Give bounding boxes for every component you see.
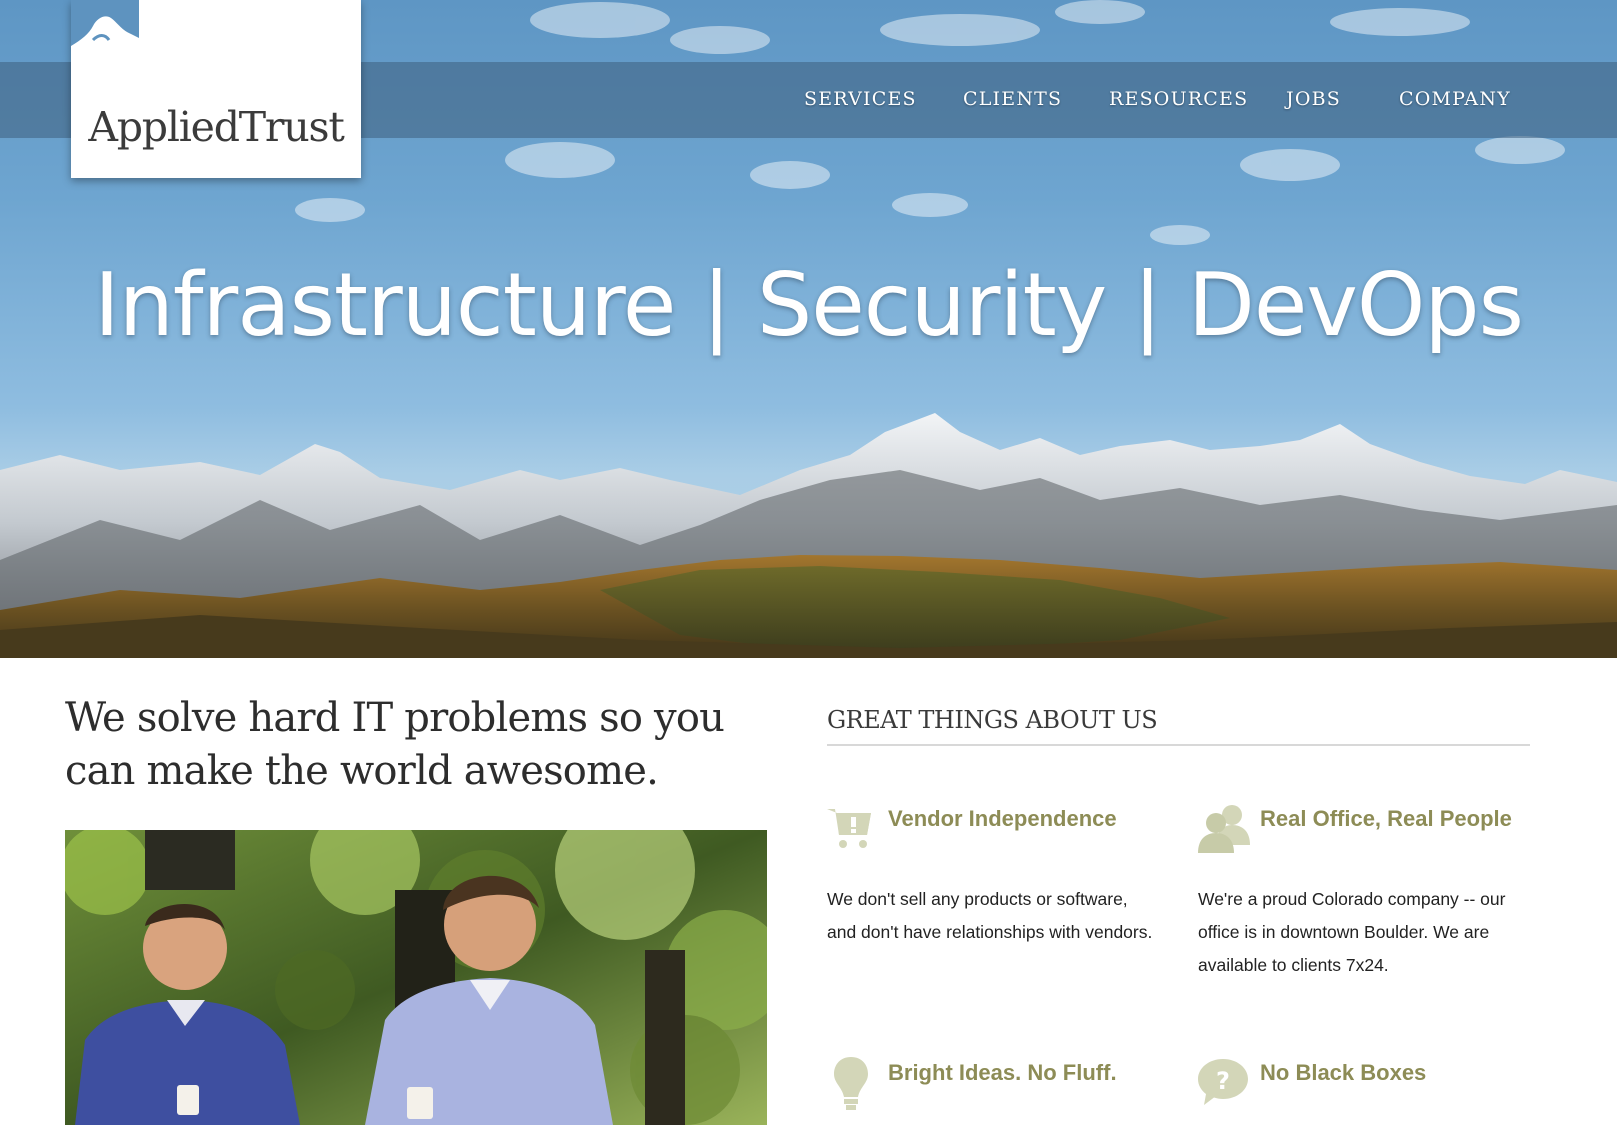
section-title: GREAT THINGS ABOUT US: [827, 706, 1158, 734]
nav-resources[interactable]: RESOURCES: [1109, 88, 1248, 110]
feature-title-real-office: Real Office, Real People: [1260, 806, 1512, 831]
shopping-cart-icon: [827, 809, 871, 848]
intro-video[interactable]: [65, 830, 767, 1125]
feature-title-no-black-boxes: No Black Boxes: [1260, 1060, 1427, 1085]
page-headline: We solve hard IT problems so you can mak…: [65, 695, 725, 794]
svg-text:?: ?: [1216, 1067, 1230, 1095]
hero-tagline: Infrastructure | Security | DevOps: [94, 254, 1524, 356]
nav-services[interactable]: SERVICES: [804, 88, 917, 110]
hero-banner: SERVICES CLIENTS RESOURCES JOBS COMPANY …: [0, 0, 1617, 658]
video-thumbnail-image: [65, 830, 767, 1125]
nav-company[interactable]: COMPANY: [1399, 88, 1511, 110]
people-icon: [1198, 805, 1250, 853]
feature-text-vendor-independence: We don't sell any products or software, …: [827, 889, 1153, 942]
feature-title-vendor-independence: Vendor Independence: [888, 806, 1117, 831]
feature-text-real-office: We're a proud Colorado company -- our of…: [1198, 889, 1506, 975]
lightbulb-icon: [834, 1057, 868, 1110]
nav-clients[interactable]: CLIENTS: [963, 88, 1062, 110]
feature-title-bright-ideas: Bright Ideas. No Fluff.: [888, 1060, 1117, 1085]
brand-logo[interactable]: AppliedTrust: [71, 0, 361, 178]
brand-name: AppliedTrust: [88, 103, 345, 151]
section-divider: [827, 744, 1530, 746]
eagle-logo-icon: [71, 0, 139, 72]
question-bubble-icon: ?: [1198, 1059, 1248, 1105]
nav-jobs[interactable]: JOBS: [1286, 88, 1341, 110]
